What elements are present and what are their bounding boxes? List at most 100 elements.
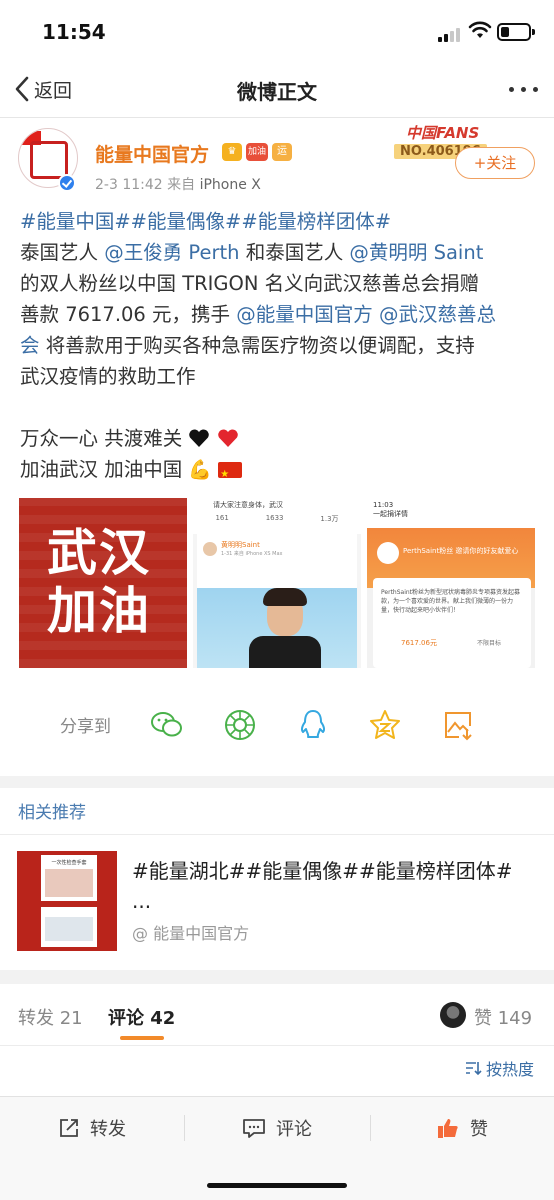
thumb-header: 一次性检查手套 xyxy=(51,860,87,866)
status-bar: 11:54 xyxy=(0,0,554,62)
image-caption: 武汉 xyxy=(47,523,151,582)
share-row: 分享到 xyxy=(0,698,554,752)
sort-icon xyxy=(465,1062,482,1076)
post-image[interactable]: 11:03 一起捐详情 PerthSaint粉丝 邀请你的好友献爱心 Perth… xyxy=(367,498,535,668)
related-thumbnail[interactable]: 一次性检查手套 xyxy=(17,851,117,951)
post-text: 的双人粉丝以中国 TRIGON 名义向武汉慈善总会捐赠 xyxy=(20,272,480,295)
avatar[interactable] xyxy=(440,1002,466,1028)
qzone-icon[interactable] xyxy=(368,708,402,742)
black-heart-icon xyxy=(189,429,210,447)
repost-label: 转发 xyxy=(90,1119,126,1140)
bottom-action-bar: 转发 评论 赞 xyxy=(0,1096,554,1200)
engagement-tabs: 转发 21 评论 42 赞 149 xyxy=(0,984,554,1046)
qq-icon[interactable] xyxy=(296,708,330,742)
like-button[interactable]: 赞 xyxy=(436,1113,488,1143)
moments-icon[interactable] xyxy=(223,708,257,742)
post-author-header: 能量中国官方 ♛ 加油 运 2-3 11:42 来自 iPhone X 中国FA… xyxy=(0,118,554,204)
mention-link[interactable]: @武汉慈善总 xyxy=(379,303,496,326)
like-label: 赞 xyxy=(470,1119,488,1140)
post-image[interactable]: 请大家注意身体，武汉 161 1633 1.3万 黄明明Saint 1-31 来… xyxy=(193,498,361,668)
post-text: 泰国艺人 xyxy=(20,241,105,264)
mention-link[interactable]: 会 xyxy=(20,334,40,357)
image-amount: 7617.06元 xyxy=(401,639,437,647)
portrait-photo xyxy=(197,588,357,668)
wechat-icon[interactable] xyxy=(150,708,184,742)
post-text: 万众一心 共渡难关 xyxy=(20,427,189,450)
follow-button[interactable]: +关注 xyxy=(455,147,535,179)
yun-badge[interactable]: 运 xyxy=(272,143,292,161)
china-flag-icon xyxy=(218,459,243,490)
image-caption: 加油 xyxy=(47,581,151,640)
image-banner: PerthSaint粉丝 邀请你的好友献爱心 xyxy=(403,547,519,555)
tab-like-label: 赞 xyxy=(474,1008,492,1029)
tab-like-count: 149 xyxy=(497,1008,533,1029)
repost-button[interactable]: 转发 xyxy=(58,1113,126,1143)
image-goal: 不限目标 xyxy=(477,640,502,647)
image-stat: 161 xyxy=(215,514,229,522)
tab-repost-count: 21 xyxy=(59,1008,83,1029)
image-stat: 1.3万 xyxy=(320,515,339,523)
post-text: 和泰国艺人 xyxy=(239,241,350,264)
image-stat: 1633 xyxy=(265,514,284,522)
tab-like[interactable]: 赞 149 xyxy=(474,1004,532,1030)
image-time: 11:03 xyxy=(373,501,394,509)
post-text: 武汉疫情的救助工作 xyxy=(20,365,196,388)
save-image-icon[interactable] xyxy=(441,708,475,742)
home-indicator xyxy=(207,1183,347,1188)
repost-icon xyxy=(60,1119,78,1137)
page-title: 微博正文 xyxy=(237,80,317,104)
comment-icon xyxy=(243,1119,265,1138)
thumbs-up-icon xyxy=(438,1119,458,1138)
section-divider xyxy=(0,776,554,788)
post-text: 加油武汉 加油中国 xyxy=(20,458,189,481)
battery-icon xyxy=(497,23,535,41)
red-heart-icon xyxy=(217,429,238,447)
status-time: 11:54 xyxy=(42,20,106,44)
comment-label: 评论 xyxy=(276,1119,312,1140)
tab-comment-label: 评论 xyxy=(108,1008,144,1029)
post-images: 武汉 加油 请大家注意身体，武汉 161 1633 1.3万 黄明明Saint … xyxy=(19,498,537,668)
post-text: 善款 7617.06 元，携手 xyxy=(20,303,237,326)
tab-underline xyxy=(120,1036,164,1040)
sort-label: 按热度 xyxy=(485,1060,534,1079)
post-from-label: 来自 xyxy=(167,177,196,193)
sort-button[interactable]: 按热度 xyxy=(464,1056,534,1080)
image-bar-title: 一起捐详情 xyxy=(373,510,408,518)
post-hashtags[interactable]: #能量中国##能量偶像##能量榜样团体# xyxy=(20,210,391,233)
seal-logo xyxy=(30,141,68,179)
image-desc: PerthSaint粉丝为新型冠状病毒肺炎专项募资发起募款，为一个喜欢爱的世界。… xyxy=(381,589,521,614)
image-user: 黄明明Saint xyxy=(221,541,260,549)
post-image[interactable]: 武汉 加油 xyxy=(19,498,187,668)
mention-link[interactable]: @黄明明 Saint xyxy=(349,241,483,264)
post-text: 将善款用于购买各种急需医疗物资以便调配，支持 xyxy=(39,334,475,357)
tab-comment[interactable]: 评论 42 xyxy=(108,1004,175,1030)
verified-badge-icon xyxy=(58,174,76,192)
post-device: iPhone X xyxy=(199,177,261,193)
mention-link[interactable]: @王俊勇 Perth xyxy=(104,241,239,264)
divider xyxy=(0,834,554,835)
flexed-biceps-icon: 💪 xyxy=(188,459,213,481)
related-item-title[interactable]: #能量湖北##能量偶像##能量榜样团体# ... xyxy=(132,856,532,916)
crown-badge-icon[interactable]: ♛ xyxy=(222,143,242,161)
related-title: 相关推荐 xyxy=(18,803,86,823)
wifi-icon xyxy=(468,21,492,38)
image-stats: 161 1633 1.3万 xyxy=(197,514,357,524)
nav-bar: 返回 微博正文 xyxy=(0,62,554,118)
tab-comment-count: 42 xyxy=(150,1008,176,1029)
image-header-text: 请大家注意身体，武汉 xyxy=(213,501,283,509)
post-date: 2-3 11:42 xyxy=(95,177,163,193)
comment-button[interactable]: 评论 xyxy=(242,1113,312,1143)
tab-repost-label: 转发 xyxy=(18,1008,54,1029)
oil-badge[interactable]: 加油 xyxy=(246,143,268,161)
related-item-source: @ 能量中国官方 xyxy=(132,924,250,943)
image-sub: 1-31 来自 iPhone XS Max xyxy=(221,551,283,557)
more-options-icon[interactable] xyxy=(509,87,538,92)
author-badges: ♛ 加油 运 xyxy=(222,143,292,161)
author-name[interactable]: 能量中国官方 xyxy=(95,140,209,167)
post-body: #能量中国##能量偶像##能量榜样团体# 泰国艺人 @王俊勇 Perth 和泰国… xyxy=(20,206,538,490)
mention-link[interactable]: @能量中国官方 xyxy=(236,303,373,326)
signal-icon xyxy=(438,26,462,42)
section-divider xyxy=(0,970,554,984)
tab-repost[interactable]: 转发 21 xyxy=(18,1004,83,1030)
share-label: 分享到 xyxy=(60,717,111,737)
